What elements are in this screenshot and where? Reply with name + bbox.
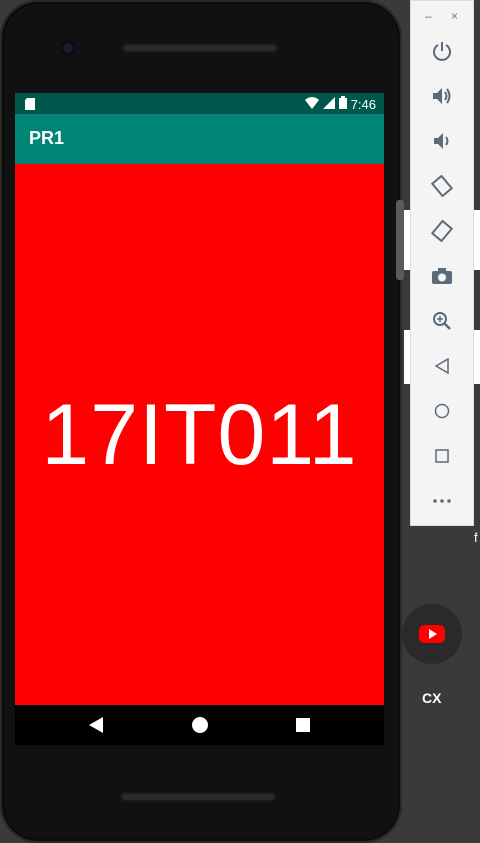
toolbar-overview-button[interactable] bbox=[426, 440, 458, 472]
youtube-icon bbox=[419, 625, 445, 643]
volume-up-button[interactable] bbox=[426, 80, 458, 112]
camera-icon bbox=[432, 268, 452, 284]
front-camera bbox=[60, 40, 76, 56]
app-title: PR1 bbox=[29, 128, 65, 148]
wifi-icon bbox=[304, 96, 319, 112]
rotate-right-button[interactable] bbox=[426, 215, 458, 247]
app-toolbar: PR1 bbox=[15, 114, 384, 164]
signal-icon bbox=[322, 96, 335, 112]
back-icon bbox=[435, 358, 449, 374]
battery-icon bbox=[338, 96, 347, 112]
sd-card-icon bbox=[25, 97, 35, 115]
screenshot-button[interactable] bbox=[426, 260, 458, 292]
home-icon bbox=[434, 403, 450, 419]
minimize-button[interactable]: – bbox=[425, 9, 432, 23]
phone-device-frame: 7:46 PR1 17IT011 bbox=[0, 0, 402, 843]
status-bar: 7:46 bbox=[15, 93, 384, 114]
power-icon bbox=[433, 42, 451, 61]
main-text-view: 17IT011 bbox=[41, 387, 358, 483]
phone-screen: 7:46 PR1 17IT011 bbox=[15, 93, 384, 745]
toolbar-home-button[interactable] bbox=[426, 395, 458, 427]
more-options-button[interactable] bbox=[426, 485, 458, 517]
status-time: 7:46 bbox=[350, 96, 376, 112]
recents-icon bbox=[296, 718, 310, 732]
nav-recents-button[interactable] bbox=[278, 705, 328, 745]
toolbar-back-button[interactable] bbox=[426, 350, 458, 382]
emulator-toolbar: – × bbox=[410, 0, 474, 526]
power-button[interactable] bbox=[426, 35, 458, 67]
back-icon bbox=[89, 717, 103, 733]
close-button[interactable]: × bbox=[451, 9, 458, 23]
rotate-right-icon bbox=[431, 220, 453, 242]
rotate-left-icon bbox=[431, 175, 453, 197]
more-icon bbox=[433, 499, 451, 503]
phone-side-button bbox=[396, 200, 404, 280]
top-speaker-grille bbox=[122, 43, 278, 53]
navigation-bar bbox=[15, 705, 384, 745]
taskbar-label: CX bbox=[422, 690, 442, 706]
rotate-left-button[interactable] bbox=[426, 170, 458, 202]
nav-home-button[interactable] bbox=[175, 705, 225, 745]
main-content: 17IT011 bbox=[15, 164, 384, 705]
zoom-icon bbox=[433, 312, 451, 330]
volume-up-icon bbox=[433, 88, 451, 104]
desktop-peek-text: f bbox=[474, 530, 478, 545]
nav-back-button[interactable] bbox=[71, 705, 121, 745]
volume-down-icon bbox=[434, 133, 449, 149]
bottom-speaker-grille bbox=[120, 792, 276, 802]
home-icon bbox=[192, 717, 208, 733]
zoom-button[interactable] bbox=[426, 305, 458, 337]
overview-icon bbox=[435, 449, 449, 463]
youtube-app-button[interactable] bbox=[402, 604, 462, 664]
volume-down-button[interactable] bbox=[426, 125, 458, 157]
